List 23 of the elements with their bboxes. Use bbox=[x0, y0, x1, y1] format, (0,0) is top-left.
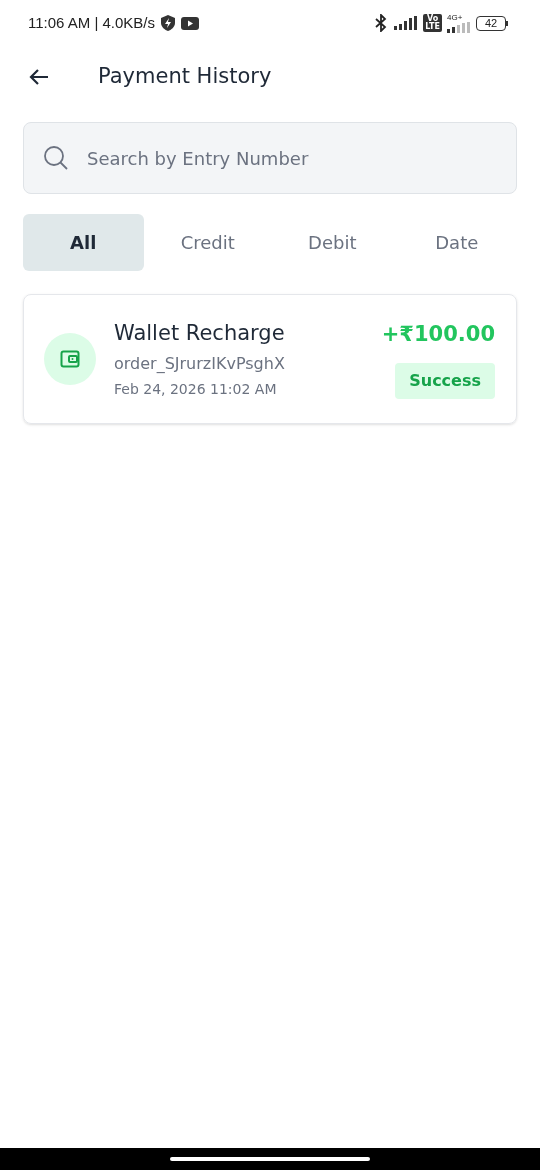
transaction-date: Feb 24, 2026 11:02 AM bbox=[114, 379, 278, 399]
filter-tab[interactable]: All bbox=[23, 214, 144, 271]
filter-tab[interactable]: Credit bbox=[147, 214, 268, 271]
search-field[interactable]: Search by Entry Number bbox=[23, 122, 517, 194]
page-title: Payment History bbox=[98, 63, 272, 91]
volte-badge: Vo LTE bbox=[423, 14, 442, 32]
home-handle[interactable] bbox=[170, 1157, 370, 1161]
search-icon bbox=[43, 145, 69, 171]
transaction-title: Wallet Recharge bbox=[114, 319, 286, 347]
status-time: 11:06 AM | 4.0KB/s bbox=[28, 12, 156, 33]
filter-tab[interactable]: Date bbox=[396, 214, 517, 271]
wallet-icon bbox=[44, 333, 96, 385]
filter-tab[interactable]: Debit bbox=[272, 214, 393, 271]
transaction-card[interactable]: Wallet Recharge order_SJrurzIKvPsghX Feb 24, 2026 11:02 AM +₹100.00 Success bbox=[23, 294, 517, 424]
play-icon bbox=[181, 16, 200, 30]
signal-icon bbox=[447, 21, 471, 33]
amount: +₹100.00 bbox=[381, 321, 495, 349]
shield-icon bbox=[161, 15, 176, 31]
network-label: 4G+ bbox=[447, 13, 463, 22]
signal-icon bbox=[394, 16, 419, 30]
order-id: order_SJrurzIKvPsghX bbox=[114, 352, 286, 375]
battery-indicator: 42 bbox=[476, 15, 506, 31]
status-badge: Success bbox=[395, 362, 495, 399]
